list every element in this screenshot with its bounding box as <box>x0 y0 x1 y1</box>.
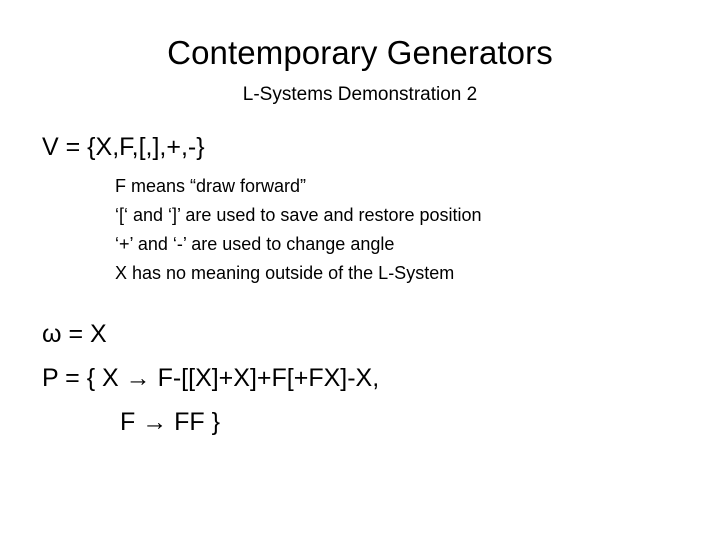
grammar-rules-block: ω = X P = { X → F-[[X]+X]+F[+FX]-X, F → … <box>0 312 720 444</box>
alphabet-definition: V = {X,F,[,],+,-} <box>42 133 205 161</box>
symbol-notes-list: F means “draw forward” ‘[‘ and ‘]’ are u… <box>0 172 720 288</box>
list-item: F means “draw forward” <box>115 176 307 196</box>
page-subtitle: L-Systems Demonstration 2 <box>242 84 478 105</box>
list-item: X has no meaning outside of the L-System <box>115 263 455 283</box>
production-rule-x: P = { X → F-[[X]+X]+F[+FX]-X, <box>42 364 380 392</box>
page-title: Contemporary Generators <box>167 34 553 71</box>
slide: Contemporary Generators L-Systems Demons… <box>0 0 720 540</box>
production-rule-f: F → FF } <box>120 408 220 436</box>
title-block: Contemporary Generators L-Systems Demons… <box>0 33 720 108</box>
list-item: ‘+’ and ‘-’ are used to change angle <box>115 234 395 254</box>
list-item: ‘[‘ and ‘]’ are used to save and restore… <box>115 205 482 225</box>
axiom-definition: ω = X <box>42 320 107 348</box>
slide-body: V = {X,F,[,],+,-} F means “draw forward”… <box>0 131 720 444</box>
